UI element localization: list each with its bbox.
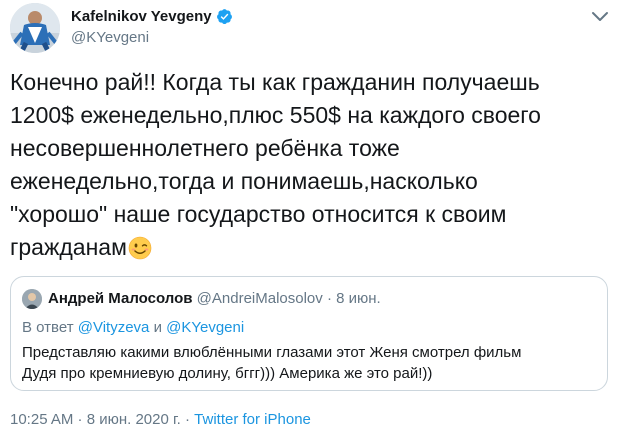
winking-face-emoji — [128, 236, 152, 260]
reply-mention-vityzeva[interactable]: @Vityzeva — [78, 319, 150, 336]
author-display-name[interactable]: Kafelnikov Yevgeny — [71, 8, 212, 25]
tweet-source[interactable]: Twitter for iPhone — [194, 411, 311, 428]
quoted-tweet-text: Представляю какими влюблёнными глазами э… — [22, 344, 522, 382]
quoted-author-handle: @AndreiMalosolov — [196, 290, 323, 307]
quoted-separator: · — [326, 290, 332, 307]
reply-context: В ответ @Vityzeva и @KYevgeni — [22, 318, 244, 338]
reply-prefix: В ответ — [22, 319, 74, 336]
quoted-tweet-header: Андрей Малосолов @AndreiMalosolov · 8 ию… — [48, 289, 381, 309]
reply-conjunction: и — [153, 319, 162, 336]
author-handle[interactable]: @KYevgeni — [71, 29, 149, 46]
tweet-timestamp[interactable]: 10:25 AM · 8 июн. 2020 г. — [10, 411, 181, 428]
tweet-text: Конечно рай!! Когда ты как гражданин пол… — [10, 66, 610, 264]
quoted-tweet-card[interactable]: Андрей Малосолов @AndreiMalosolov · 8 ию… — [10, 276, 608, 391]
tweet-text-body: Конечно рай!! Когда ты как гражданин пол… — [10, 69, 541, 260]
verified-badge-icon — [216, 8, 233, 25]
quoted-author-avatar — [22, 289, 42, 309]
author-avatar[interactable] — [10, 3, 60, 53]
quoted-author-name: Андрей Малосолов — [48, 290, 193, 307]
author-name-row: Kafelnikov Yevgeny — [71, 6, 233, 26]
chevron-down-icon[interactable] — [591, 10, 609, 22]
quoted-date: 8 июн. — [336, 290, 381, 307]
reply-mention-kyevgeni[interactable]: @KYevgeni — [166, 319, 244, 336]
meta-separator: · — [184, 411, 190, 428]
tweet-meta: 10:25 AM · 8 июн. 2020 г. · Twitter for … — [10, 411, 311, 428]
